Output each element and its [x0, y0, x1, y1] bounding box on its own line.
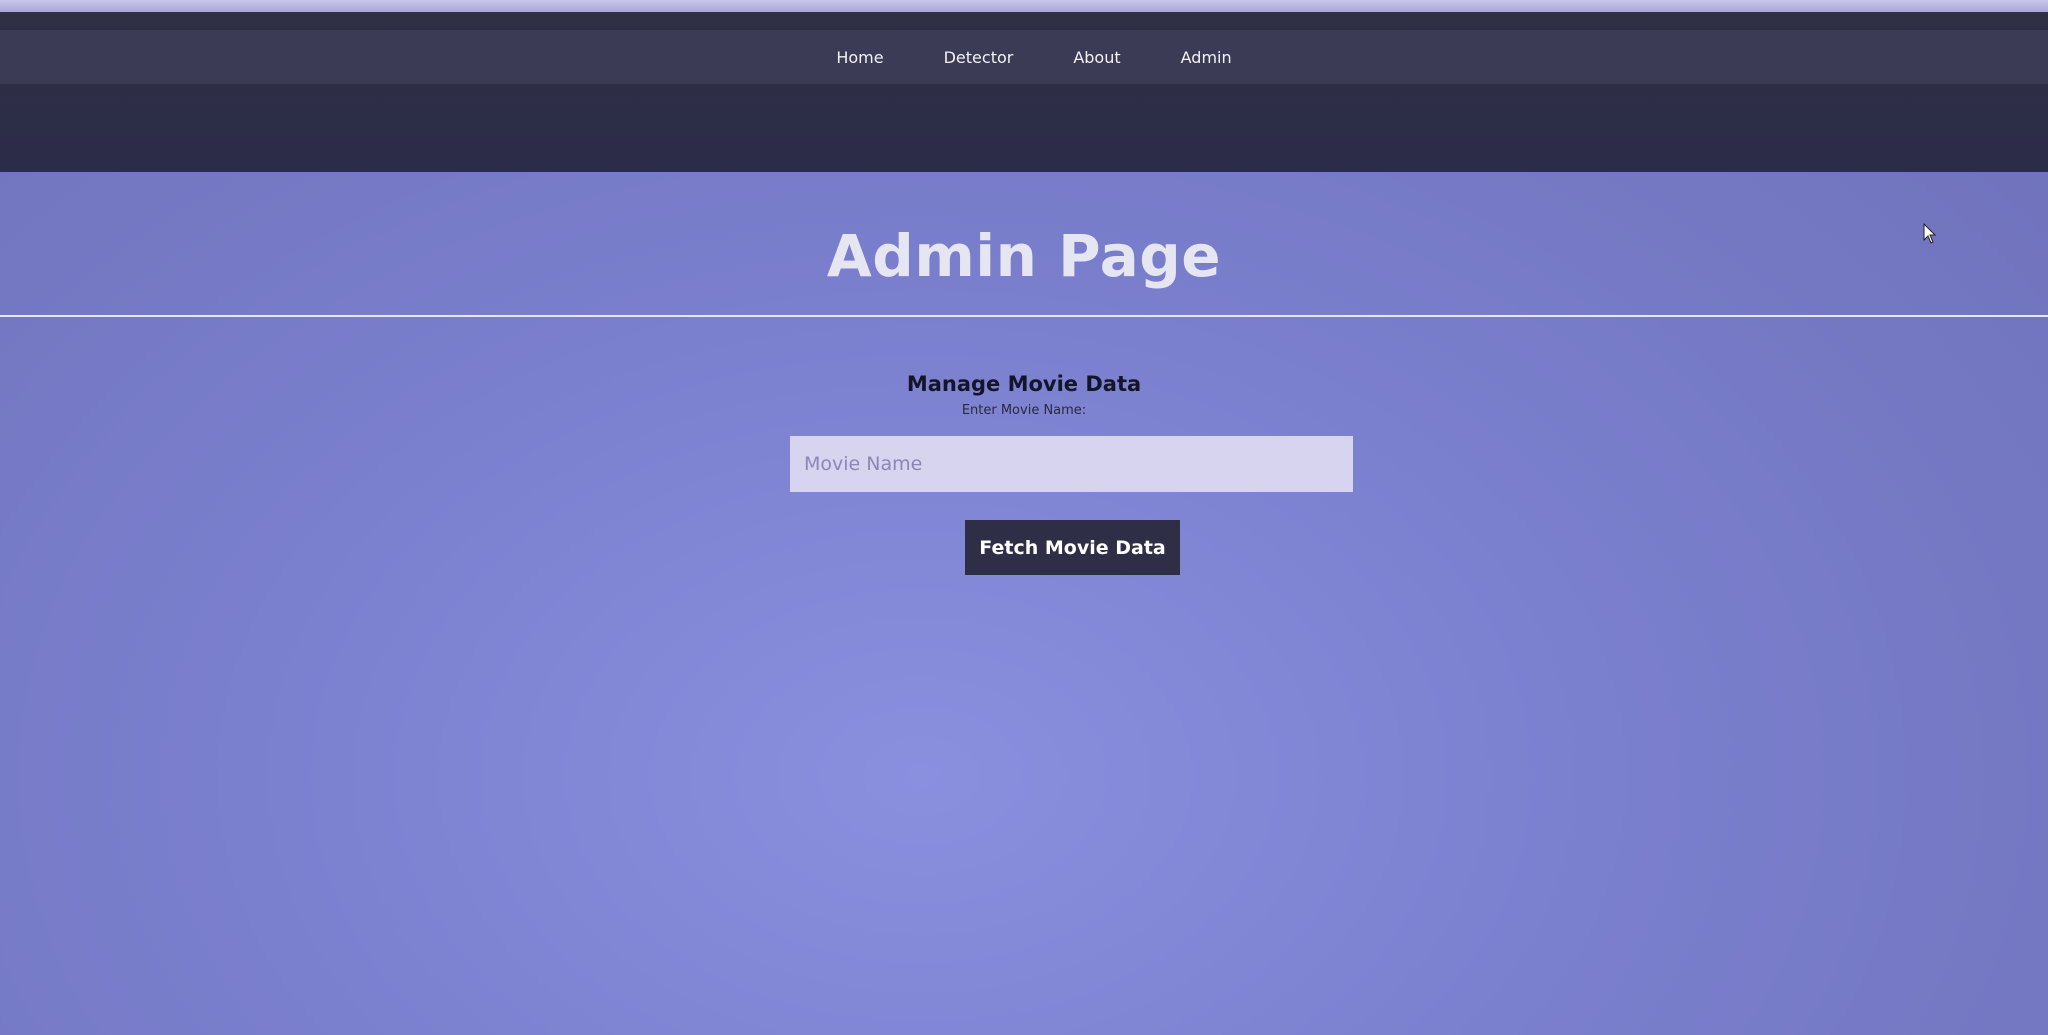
nav-link-detector[interactable]: Detector — [914, 48, 1044, 67]
movie-name-label: Enter Movie Name: — [961, 403, 1087, 418]
nav-link-admin[interactable]: Admin — [1151, 48, 1262, 67]
nav-link-about[interactable]: About — [1043, 48, 1150, 67]
page-title: Admin Page — [826, 222, 1222, 290]
movie-name-input[interactable] — [790, 436, 1353, 492]
fetch-movie-data-button[interactable]: Fetch Movie Data — [965, 520, 1180, 575]
title-divider — [0, 315, 2048, 317]
browser-top-strip — [0, 0, 2048, 12]
navbar: Home Detector About Admin — [0, 30, 2048, 84]
mouse-pointer-icon — [1923, 223, 1937, 244]
nav-link-home[interactable]: Home — [806, 48, 913, 67]
manage-section-heading: Manage Movie Data — [906, 372, 1142, 396]
